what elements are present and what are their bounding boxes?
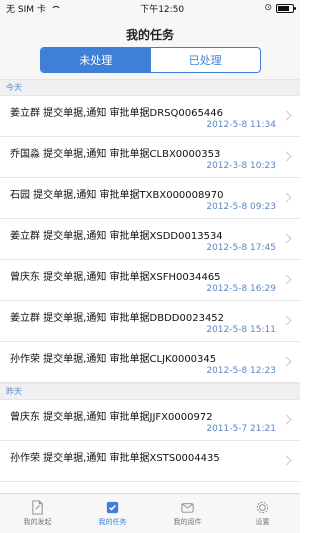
task-time: 2012-5-8 09:23	[206, 202, 276, 212]
mail-icon	[181, 503, 194, 513]
wifi-icon	[50, 4, 61, 12]
task-description: 石园 提交单据,通知 审批单据TXBX000008970	[10, 190, 224, 201]
task-description: 曾庆东 提交单据,通知 审批单据JJFX0000972	[10, 412, 213, 423]
task-description: 乔国淼 提交单据,通知 审批单据CLBX0000353	[10, 149, 221, 160]
task-row[interactable]: 孙作荣 提交单据,通知 审批单据XSTS0004435	[0, 441, 300, 482]
section-header-yesterday: 昨天	[0, 383, 300, 400]
task-description: 孙作荣 提交单据,通知 审批单据CLJK0000345	[10, 354, 217, 365]
chevron-right-icon	[281, 110, 292, 121]
task-check-icon	[106, 501, 119, 514]
status-segmented-control: 未处理 已处理	[40, 47, 261, 73]
tab-settings[interactable]: 设置	[225, 494, 300, 533]
task-row[interactable]: 姜立群 提交单据,通知 审批单据DBDD0023452 2012-5-8 15:…	[0, 301, 300, 342]
task-row[interactable]: 姜立群 提交单据,通知 审批单据DRSQ0065446 2012-5-8 11:…	[0, 96, 300, 137]
chevron-right-icon	[281, 274, 292, 285]
chevron-right-icon	[281, 356, 292, 367]
task-time: 2012-5-8 11:34	[206, 120, 276, 130]
tab-my-initiated[interactable]: 我的发起	[0, 494, 75, 533]
chevron-right-icon	[281, 315, 292, 326]
task-time: 2012-5-8 16:29	[206, 284, 276, 294]
task-time: 2011-5-7 21:21	[206, 424, 276, 434]
section-header-today: 今天	[0, 79, 300, 96]
clock: 下午12:50	[140, 4, 185, 15]
page-title: 我的任务	[125, 28, 174, 42]
tab-label: 我的阅件	[173, 518, 202, 526]
task-row[interactable]: 曾庆东 提交单据,通知 审批单据XSFH0034465 2012-5-8 16:…	[0, 260, 300, 301]
task-time: 2012-5-8 17:45	[206, 243, 276, 253]
tab-bar: 我的发起 我的任务 我的阅件 设置	[0, 493, 300, 533]
task-row[interactable]: 曾庆东 提交单据,通知 审批单据JJFX0000972 2011-5-7 21:…	[0, 400, 300, 441]
gear-icon	[256, 501, 269, 514]
task-time: 2012-5-8 15:11	[206, 325, 276, 335]
chevron-right-icon	[281, 455, 292, 466]
chevron-right-icon	[281, 151, 292, 162]
chevron-right-icon	[281, 192, 292, 203]
task-time: 2012-5-8 12:23	[206, 366, 276, 376]
status-left: 无 SIM 卡	[6, 2, 61, 15]
task-description: 孙作荣 提交单据,通知 审批单据XSTS0004435	[10, 453, 220, 464]
task-row[interactable]: 石园 提交单据,通知 审批单据TXBX000008970 2012-5-8 09…	[0, 178, 300, 219]
task-time: 2012-3-8 10:23	[206, 161, 276, 171]
tab-label: 我的任务	[98, 518, 127, 526]
status-right: ⊙	[264, 3, 296, 13]
lock-rotation-icon: ⊙	[264, 3, 272, 13]
carrier-text: 无 SIM 卡	[6, 4, 46, 15]
nav-bar: 我的任务 未处理 已处理	[0, 16, 300, 87]
segment-unprocessed[interactable]: 未处理	[41, 48, 151, 72]
task-description: 曾庆东 提交单据,通知 审批单据XSFH0034465	[10, 272, 221, 283]
task-row[interactable]: 孙作荣 提交单据,通知 审批单据CLJK0000345 2012-5-8 12:…	[0, 342, 300, 383]
task-row[interactable]: 姜立群 提交单据,通知 审批单据XSDD0013534 2012-5-8 17:…	[0, 219, 300, 260]
task-description: 姜立群 提交单据,通知 审批单据DBDD0023452	[10, 313, 225, 324]
tab-my-tasks[interactable]: 我的任务	[75, 494, 150, 533]
task-description: 姜立群 提交单据,通知 审批单据DRSQ0065446	[10, 108, 223, 119]
status-bar: 无 SIM 卡 下午12:50 ⊙	[0, 0, 300, 16]
task-row[interactable]: 乔国淼 提交单据,通知 审批单据CLBX0000353 2012-3-8 10:…	[0, 137, 300, 178]
segment-processed[interactable]: 已处理	[151, 48, 261, 72]
tab-my-reading[interactable]: 我的阅件	[150, 494, 225, 533]
chevron-right-icon	[281, 233, 292, 244]
chevron-right-icon	[281, 414, 292, 425]
task-list: 今天 姜立群 提交单据,通知 审批单据DRSQ0065446 2012-5-8 …	[0, 79, 300, 494]
tab-label: 我的发起	[23, 518, 52, 526]
document-icon	[32, 500, 43, 515]
task-description: 姜立群 提交单据,通知 审批单据XSDD0013534	[10, 231, 223, 242]
battery-icon	[276, 3, 296, 13]
tab-label: 设置	[255, 518, 270, 526]
